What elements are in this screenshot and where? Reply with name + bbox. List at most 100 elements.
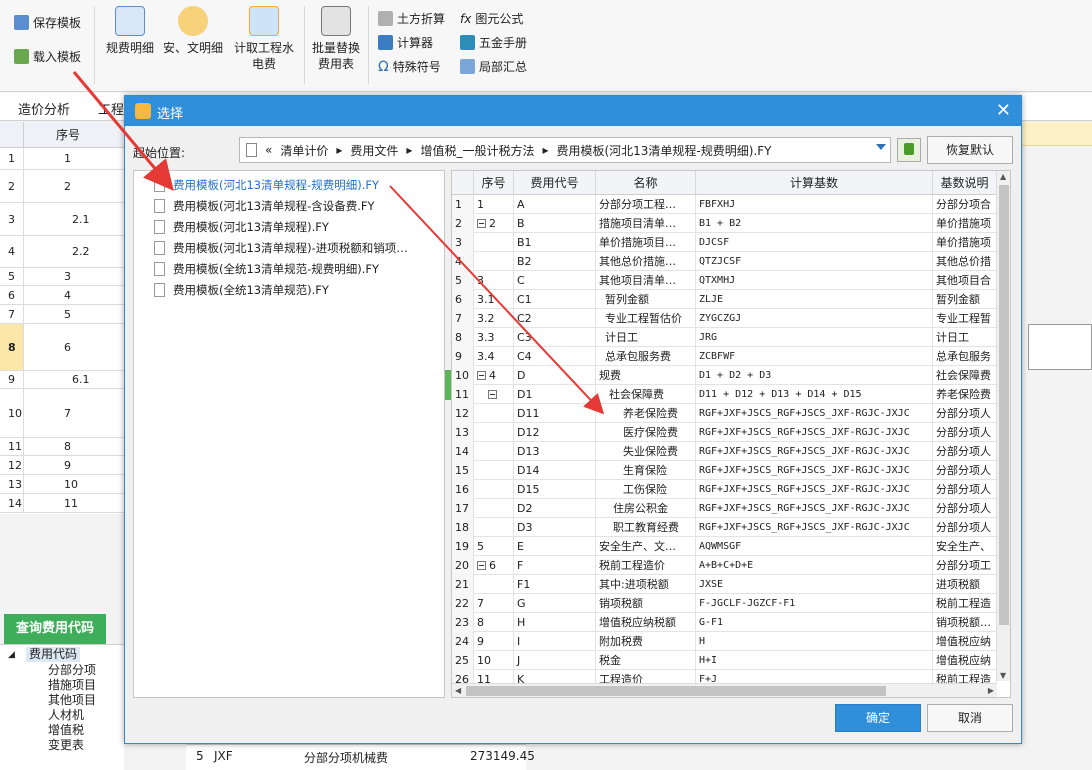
cell-code: D13 (514, 442, 596, 461)
table-row[interactable]: 15 D14 生育保险 RGF+JXF+JSCS_RGF+JSCS_JXF-RGJC-… (452, 461, 997, 480)
local-summary-button[interactable]: 局部汇总 (460, 58, 527, 75)
file-item[interactable]: 费用模板(河北13清单规程).FY (154, 217, 329, 237)
background-row[interactable]: 75 (0, 305, 130, 324)
background-row[interactable]: 12 9 (0, 456, 130, 475)
background-row[interactable]: 9 6.1 (0, 371, 130, 389)
dialog-title: 选择 (157, 107, 184, 122)
background-row[interactable]: 11 8 (0, 438, 130, 456)
cell-desc: 税前工程造 (933, 594, 997, 613)
chevron-down-icon[interactable] (876, 144, 886, 150)
table-row[interactable]: 4 B2 其他总价措施… QTZJCSF 其他总价措 (452, 252, 997, 271)
table-row[interactable]: 19 5 E 安全生产、文… AQWMSGF 安全生产、 (452, 537, 997, 556)
table-row[interactable]: 17 D2 住房公积金 RGF+JXF+JSCS_RGF+JSCS_JXF-RGJC-… (452, 499, 997, 518)
scroll-right-icon[interactable]: ▶ (988, 686, 994, 695)
tab-cost-analysis[interactable]: 造价分析 (18, 99, 70, 118)
breadcrumb-back[interactable]: « (265, 143, 272, 157)
table-row[interactable]: 11 D1 社会保障费 D11 + D12 + D13 + D14 + D15 养老保险… (452, 385, 997, 404)
background-row[interactable]: 86 (0, 324, 130, 371)
table-row[interactable]: 22 7 G 销项税额 F-JGCLF-JGZCF-F1 税前工程造 (452, 594, 997, 613)
table-row[interactable]: 16 D15 工伤保险 RGF+JXF+JSCS_RGF+JSCS_JXF-RGJC-… (452, 480, 997, 499)
horizontal-scrollbar[interactable]: ◀ ▶ (452, 683, 997, 697)
scroll-left-icon[interactable]: ◀ (455, 686, 461, 695)
breadcrumb-item[interactable]: 清单计价 (280, 142, 328, 159)
tree-item[interactable]: 变更表 (48, 738, 84, 753)
scrollbar-thumb[interactable] (466, 686, 886, 696)
safety-detail-button[interactable]: 安、文明细 (162, 6, 224, 56)
file-item[interactable]: 费用模板(全统13清单规范).FY (154, 280, 329, 300)
tree-root[interactable]: 费用代码 (26, 647, 81, 662)
background-row[interactable]: 53 (0, 268, 130, 286)
file-item[interactable]: 费用模板(全统13清单规范-规费明细).FY (154, 259, 379, 279)
water-fee-button[interactable]: 计取工程水电费 (230, 6, 298, 72)
cell-base: ZCBFWF (696, 347, 933, 366)
close-icon[interactable]: ✕ (996, 100, 1011, 121)
cell-desc: 增值税应纳 (933, 651, 997, 670)
calculator-button[interactable]: 计算器 (378, 34, 433, 51)
query-fee-code-tab[interactable]: 查询费用代码 (4, 614, 106, 644)
expand-triangle-icon[interactable]: ◢ (8, 648, 15, 663)
fee-detail-button[interactable]: 规费明细 (104, 6, 156, 56)
tree-item[interactable]: 人材机 (48, 708, 84, 723)
hardware-manual-button[interactable]: 五金手册 (460, 34, 527, 51)
background-row[interactable]: 11 (0, 148, 130, 170)
tree-item[interactable]: 增值税 (48, 723, 84, 738)
background-row[interactable]: 10 7 (0, 389, 130, 438)
collapse-toggle-icon[interactable] (477, 371, 486, 380)
table-row[interactable]: 20 6 F 税前工程造价 A+B+C+D+E 分部分项工 (452, 556, 997, 575)
table-row[interactable]: 14 D13 失业保险费 RGF+JXF+JSCS_RGF+JSCS_JXF-RGJC… (452, 442, 997, 461)
tree-item[interactable]: 其他项目 (48, 693, 96, 708)
special-symbol-button[interactable]: Ω 特殊符号 (378, 58, 441, 75)
breadcrumb-item[interactable]: 费用文件 (350, 142, 398, 159)
cancel-button[interactable]: 取消 (927, 704, 1013, 732)
file-item[interactable]: 费用模板(河北13清单规程-规费明细).FY (154, 175, 379, 195)
cell-desc: 养老保险费 (933, 385, 997, 404)
collapse-toggle-icon[interactable] (477, 219, 486, 228)
table-row[interactable]: 7 3.2 C2 专业工程暂估价 ZYGCZGJ 专业工程暂 (452, 309, 997, 328)
file-item[interactable]: 费用模板(河北13清单规程-含设备费.FY (154, 196, 375, 216)
table-row[interactable]: 8 3.3 C3 计日工 JRG 计日工 (452, 328, 997, 347)
table-row[interactable]: 2 2 B 措施项目清单… B1 + B2 单价措施项 (452, 214, 997, 233)
table-row[interactable]: 24 9 I 附加税费 H 增值税应纳 (452, 632, 997, 651)
background-row[interactable]: 64 (0, 286, 130, 305)
tab-project[interactable]: 工程 (98, 99, 124, 118)
cell-desc: 计日工 (933, 328, 997, 347)
folder-up-icon[interactable] (897, 138, 921, 162)
tree-item[interactable]: 分部分项 (48, 663, 96, 678)
location-breadcrumb[interactable]: « 清单计价 ▸ 费用文件 ▸ 增值税_一般计税方法 ▸ 费用模板(河北13清单… (239, 137, 891, 163)
breadcrumb-item[interactable]: 增值税_一般计税方法 (420, 142, 534, 159)
table-row[interactable]: 21 F1 其中:进项税额 JXSE 进项税额 (452, 575, 997, 594)
table-row[interactable]: 1 1 A 分部分项工程… FBFXHJ 分部分项合 (452, 195, 997, 214)
batch-replace-button[interactable]: 批量替换费用表 (310, 6, 362, 72)
table-row[interactable]: 5 3 C 其他项目清单… QTXMHJ 其他项目合 (452, 271, 997, 290)
background-row[interactable]: 4 2.2 (0, 236, 130, 268)
file-icon (154, 283, 165, 297)
breadcrumb-item[interactable]: 费用模板(河北13清单规程-规费明细).FY (556, 142, 771, 159)
ok-button[interactable]: 确定 (835, 704, 921, 732)
collapse-toggle-icon[interactable] (488, 390, 497, 399)
collapse-toggle-icon[interactable] (477, 561, 486, 570)
table-row[interactable]: 6 3.1 C1 暂列金额 ZLJE 暂列金额 (452, 290, 997, 309)
earth-calc-button[interactable]: 土方折算 (378, 10, 445, 27)
table-row[interactable]: 23 8 H 增值税应纳税额 G-F1 销项税额… (452, 613, 997, 632)
tree-item[interactable]: 措施项目 (48, 678, 96, 693)
table-row[interactable]: 9 3.4 C4 总承包服务费 ZCBFWF 总承包服务 (452, 347, 997, 366)
scrollbar-thumb[interactable] (999, 185, 1009, 625)
vertical-scrollbar[interactable]: ▲ ▼ (996, 171, 1010, 681)
scroll-up-icon[interactable]: ▲ (1000, 172, 1006, 181)
table-row[interactable]: 10 4 D 规费 D1 + D2 + D3 社会保障费 (452, 366, 997, 385)
background-row[interactable]: 13 10 (0, 475, 130, 494)
background-row[interactable]: 3 2.1 (0, 203, 130, 236)
save-template-button[interactable]: 保存模板 (14, 14, 81, 31)
scroll-down-icon[interactable]: ▼ (1000, 671, 1006, 680)
load-template-button[interactable]: 载入模板 (14, 48, 81, 65)
table-row[interactable]: 12 D11 养老保险费 RGF+JXF+JSCS_RGF+JSCS_JXF-RGJC… (452, 404, 997, 423)
restore-default-button[interactable]: 恢复默认 (927, 136, 1013, 164)
formula-button[interactable]: fx 图元公式 (460, 10, 523, 27)
background-row[interactable]: 22 (0, 170, 130, 203)
table-row[interactable]: 25 10 J 税金 H+I 增值税应纳 (452, 651, 997, 670)
table-row[interactable]: 18 D3 职工教育经费 RGF+JXF+JSCS_RGF+JSCS_JXF-RGJC… (452, 518, 997, 537)
background-row[interactable]: 14 11 (0, 494, 130, 513)
file-item[interactable]: 费用模板(河北13清单规程)-进项税额和销项… (154, 238, 408, 258)
table-row[interactable]: 13 D12 医疗保险费 RGF+JXF+JSCS_RGF+JSCS_JXF-RGJC… (452, 423, 997, 442)
table-row[interactable]: 3 B1 单价措施项目… DJCSF 单价措施项 (452, 233, 997, 252)
